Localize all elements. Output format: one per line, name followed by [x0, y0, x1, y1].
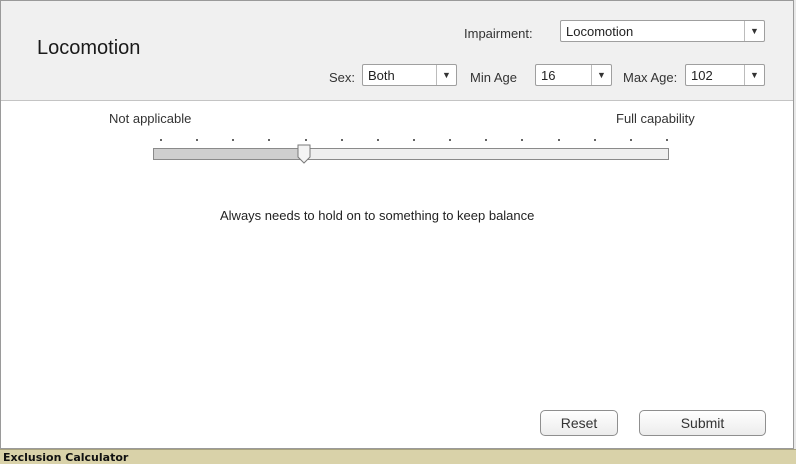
slider-tick — [449, 139, 451, 141]
slider-ticks — [160, 139, 668, 145]
header: Locomotion Impairment: Locomotion ▼ Sex:… — [1, 1, 793, 101]
slider-tick — [666, 139, 668, 141]
page-title: Locomotion — [37, 37, 141, 59]
slider-tick — [485, 139, 487, 141]
sex-select[interactable]: Both ▼ — [362, 64, 457, 86]
status-text: Exclusion Calculator — [3, 451, 129, 464]
chevron-down-icon[interactable]: ▼ — [591, 65, 611, 85]
reset-button[interactable]: Reset — [540, 410, 618, 436]
sex-label: Sex: — [329, 70, 356, 85]
sex-value: Both — [368, 68, 395, 83]
slider-tick — [558, 139, 560, 141]
slider-min-label: Not applicable — [109, 111, 192, 126]
min-age-label: Min Age — [470, 70, 517, 85]
status-bar: Exclusion Calculator — [0, 449, 796, 464]
chevron-down-icon[interactable]: ▼ — [436, 65, 456, 85]
max-age-select[interactable]: 102 ▼ — [685, 64, 765, 86]
slider-tick — [521, 139, 523, 141]
max-age-value: 102 — [691, 68, 713, 83]
slider-tick — [377, 139, 379, 141]
slider-tick — [413, 139, 415, 141]
slider-thumb[interactable] — [297, 144, 311, 164]
slider-tick — [594, 139, 596, 141]
impairment-label: Impairment: — [464, 26, 533, 41]
slider-tick — [232, 139, 234, 141]
impairment-select[interactable]: Locomotion ▼ — [560, 20, 765, 42]
slider-tick — [341, 139, 343, 141]
slider-tick — [268, 139, 270, 141]
slider-tick — [196, 139, 198, 141]
capability-description: Always needs to hold on to something to … — [220, 208, 535, 223]
min-age-value: 16 — [541, 68, 556, 83]
slider-tick — [630, 139, 632, 141]
impairment-value: Locomotion — [566, 24, 634, 39]
min-age-select[interactable]: 16 ▼ — [535, 64, 612, 86]
submit-button[interactable]: Submit — [639, 410, 766, 436]
slider-tick — [160, 139, 162, 141]
capability-slider-track[interactable] — [153, 148, 669, 160]
slider-tick — [305, 139, 307, 141]
slider-fill — [154, 149, 304, 159]
max-age-label: Max Age: — [623, 70, 678, 85]
chevron-down-icon[interactable]: ▼ — [744, 21, 764, 41]
slider-max-label: Full capability — [616, 111, 695, 126]
chevron-down-icon[interactable]: ▼ — [744, 65, 764, 85]
main-panel: Locomotion Impairment: Locomotion ▼ Sex:… — [0, 0, 794, 449]
